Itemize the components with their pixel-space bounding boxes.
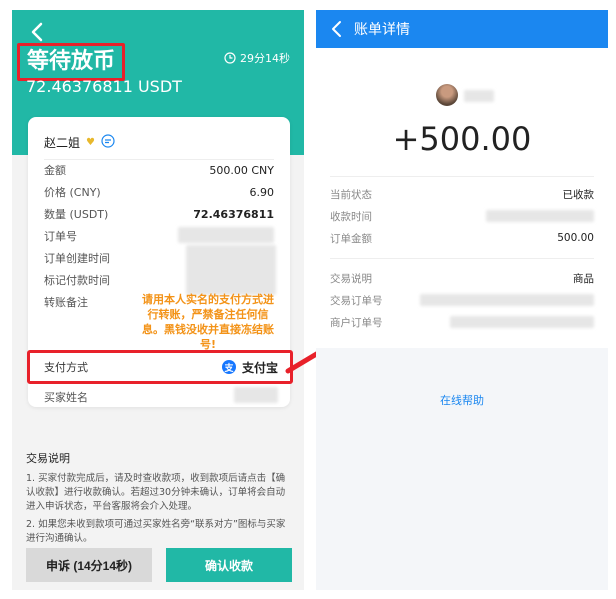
trade-notes: 1. 买家付款完成后，请及时查收款项，收到款项后请点击【确认收款】进行收款确认。… [26,472,292,550]
order-number-label: 订单号 [44,230,77,243]
heart-icon: ♥ [86,137,95,148]
online-help-link[interactable]: 在线帮助 [316,392,608,408]
remark-label: 转账备注 [44,296,88,309]
countdown-timer: 29分14秒 [224,50,290,66]
divider [330,258,594,259]
redacted-times [186,245,276,295]
redacted-merchant-number [450,316,594,328]
description-label: 交易说明 [330,272,372,285]
created-time-label: 订单创建时间 [44,252,110,265]
back-icon[interactable] [326,18,348,40]
redacted-trade-number [420,294,594,306]
total-value: 500.00 [557,232,594,244]
order-screen: 等待放币 72.46376811 USDT 29分14秒 赵二姐 ♥ 金额 50… [12,10,304,590]
bill-screen: 账单详情 +500.00 当前状态 已收款 收款时间 订单金额 500.00 交… [316,10,608,590]
bill-amount: +500.00 [392,120,532,158]
note-item: 2. 如果您未收到款项可通过买家姓名旁“联系对方”图标与买家进行沟通确认。 [26,519,286,544]
order-usdt-amount: 72.46376811 USDT [26,77,182,96]
seller-row: 赵二姐 ♥ [44,134,115,151]
redacted-time [486,210,594,222]
status-label: 当前状态 [330,188,372,201]
total-label: 订单金额 [330,232,372,245]
payment-method-value: 支 支付宝 [221,359,278,376]
time-label: 收款时间 [330,210,372,223]
divider [330,176,594,177]
payment-method-name: 支付宝 [241,360,278,375]
alipay-icon: 支 [221,360,236,374]
paid-time-label: 标记付款时间 [44,274,110,287]
amount-value: 500.00 CNY [209,163,274,177]
quantity-label: 数量 (USDT) [44,208,109,221]
confirm-receipt-button[interactable]: 确认收款 [166,548,292,582]
redacted-order-number [178,227,274,243]
remark-warning: 请用本人实名的支付方式进行转账，严禁备注任何信息。黑钱没收并直接冻结账号! [142,293,274,351]
trade-number-label: 交易订单号 [330,294,383,307]
divider [44,159,274,160]
clock-icon [224,52,236,64]
page-title: 账单详情 [354,22,410,38]
price-row: 价格 (CNY) 6.90 [44,183,274,201]
status-row: 当前状态 已收款 [330,186,594,202]
bill-header: 账单详情 [316,10,608,48]
order-detail-card: 赵二姐 ♥ 金额 500.00 CNY 价格 (CNY) 6.90 数量 (US… [27,117,293,407]
amount-row: 金额 500.00 CNY [44,161,274,179]
avatar [436,84,458,106]
redacted-buyer-name [234,387,278,403]
back-icon[interactable] [26,20,50,44]
description-row: 交易说明 商品 [330,270,594,286]
price-value: 6.90 [249,185,275,199]
quantity-value: 72.46376811 [193,207,274,221]
seller-name: 赵二姐 [44,136,81,150]
bill-detail: +500.00 当前状态 已收款 收款时间 订单金额 500.00 交易说明 商… [316,48,608,348]
payment-method-label: 支付方式 [44,361,88,374]
note-item: 1. 买家付款完成后，请及时查收款项，收到款项后请点击【确认收款】进行收款确认。… [26,473,286,512]
appeal-button[interactable]: 申诉 (14分14秒) [26,548,152,582]
contact-seller-icon[interactable] [101,134,115,151]
notes-title: 交易说明 [26,452,70,465]
redacted-payer-name [464,90,494,102]
quantity-row: 数量 (USDT) 72.46376811 [44,205,274,223]
payment-method-row[interactable]: 支付方式 支 支付宝 [27,350,293,384]
merchant-number-label: 商户订单号 [330,316,383,329]
description-value: 商品 [573,272,594,285]
price-label: 价格 (CNY) [44,186,101,199]
countdown-text: 29分14秒 [240,52,290,65]
order-status-title: 等待放币 [17,43,126,81]
total-row: 订单金额 500.00 [330,230,594,246]
status-value: 已收款 [562,188,595,201]
buyer-name-label: 买家姓名 [44,391,88,404]
amount-label: 金额 [44,164,66,177]
